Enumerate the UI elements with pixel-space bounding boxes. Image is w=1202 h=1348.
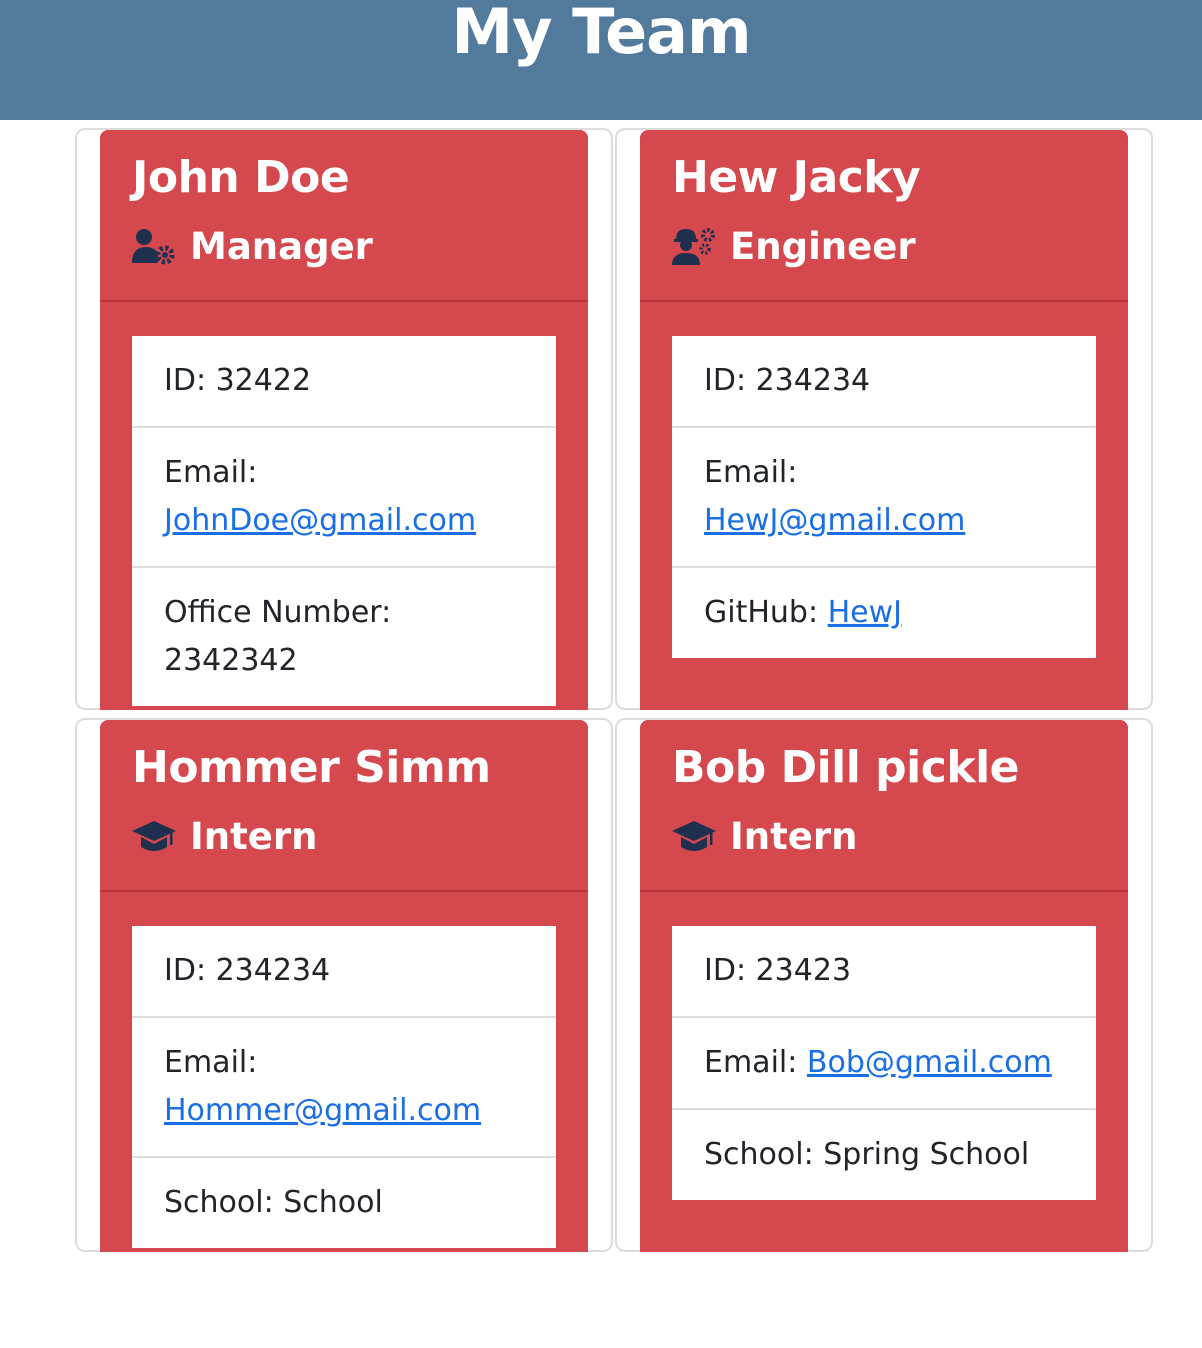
role-label: Intern	[190, 815, 318, 858]
github-label: GitHub:	[704, 595, 819, 630]
info-list: ID: 32422 Email: JohnDoe@gmail.com Offic…	[132, 336, 556, 706]
id-item: ID: 23423	[672, 926, 1096, 1018]
email-label: Email:	[164, 455, 258, 490]
email-item: Email: JohnDoe@gmail.com	[132, 428, 556, 568]
employee-role: Manager	[132, 222, 373, 272]
team-card-cell: Hommer Simm Intern ID: 234234 Email: Hom…	[75, 718, 613, 1252]
info-list: ID: 234234 Email: HewJ@gmail.com GitHub:…	[672, 336, 1096, 658]
school-item: School: School	[132, 1158, 556, 1248]
employee-card: Hew Jacky Engineer ID: 234234 Email: Hew…	[640, 130, 1128, 710]
card-header: Hommer Simm Intern	[100, 720, 588, 892]
school-item: School: Spring School	[672, 1110, 1096, 1200]
team-card-cell: Bob Dill pickle Intern ID: 23423 Email: …	[615, 718, 1153, 1252]
page-title: My Team	[451, 0, 751, 68]
email-item: Email: Bob@gmail.com	[672, 1018, 1096, 1110]
role-label: Intern	[730, 815, 858, 858]
graduation-cap-icon	[672, 816, 718, 858]
email-link[interactable]: Hommer@gmail.com	[164, 1093, 481, 1128]
id-item: ID: 234234	[672, 336, 1096, 428]
team-card-cell: Hew Jacky Engineer ID: 234234 Email: Hew…	[615, 128, 1153, 710]
card-header: John Doe Manager	[100, 130, 588, 302]
github-link[interactable]: HewJ	[828, 595, 902, 630]
graduation-cap-icon	[132, 816, 178, 858]
user-gear-icon	[132, 226, 178, 268]
role-label: Manager	[190, 225, 373, 268]
office-number-value: 2342342	[164, 643, 298, 678]
github-item: GitHub: HewJ	[672, 568, 1096, 658]
school-label: School:	[704, 1137, 814, 1172]
employee-name: John Doe	[132, 152, 350, 203]
school-label: School:	[164, 1185, 274, 1220]
email-link[interactable]: Bob@gmail.com	[807, 1045, 1052, 1080]
school-value: Spring School	[823, 1137, 1030, 1172]
office-number-item: Office Number: 2342342	[132, 568, 556, 706]
role-label: Engineer	[730, 225, 916, 268]
office-number-label: Office Number:	[164, 595, 392, 630]
card-header: Hew Jacky Engineer	[640, 130, 1128, 302]
info-list: ID: 23423 Email: Bob@gmail.com School: S…	[672, 926, 1096, 1200]
id-item: ID: 234234	[132, 926, 556, 1018]
employee-card: Bob Dill pickle Intern ID: 23423 Email: …	[640, 720, 1128, 1252]
employee-role: Intern	[672, 812, 857, 862]
id-item: ID: 32422	[132, 336, 556, 428]
school-value: School	[283, 1185, 383, 1220]
employee-role: Intern	[132, 812, 317, 862]
employee-name: Hew Jacky	[672, 152, 921, 203]
email-label: Email:	[704, 455, 798, 490]
page-header: My Team	[0, 0, 1202, 120]
info-list: ID: 234234 Email: Hommer@gmail.com Schoo…	[132, 926, 556, 1248]
email-link[interactable]: HewJ@gmail.com	[704, 503, 965, 538]
employee-name: Bob Dill pickle	[672, 742, 1020, 793]
employee-card: John Doe Manager ID: 32422 Email: JohnDo…	[100, 130, 588, 710]
employee-card: Hommer Simm Intern ID: 234234 Email: Hom…	[100, 720, 588, 1252]
card-header: Bob Dill pickle Intern	[640, 720, 1128, 892]
email-item: Email: Hommer@gmail.com	[132, 1018, 556, 1158]
email-label: Email:	[704, 1045, 798, 1080]
engineer-gears-icon	[672, 226, 718, 268]
employee-name: Hommer Simm	[132, 742, 491, 793]
team-card-cell: John Doe Manager ID: 32422 Email: JohnDo…	[75, 128, 613, 710]
employee-role: Engineer	[672, 222, 916, 272]
email-link[interactable]: JohnDoe@gmail.com	[164, 503, 476, 538]
email-item: Email: HewJ@gmail.com	[672, 428, 1096, 568]
email-label: Email:	[164, 1045, 258, 1080]
